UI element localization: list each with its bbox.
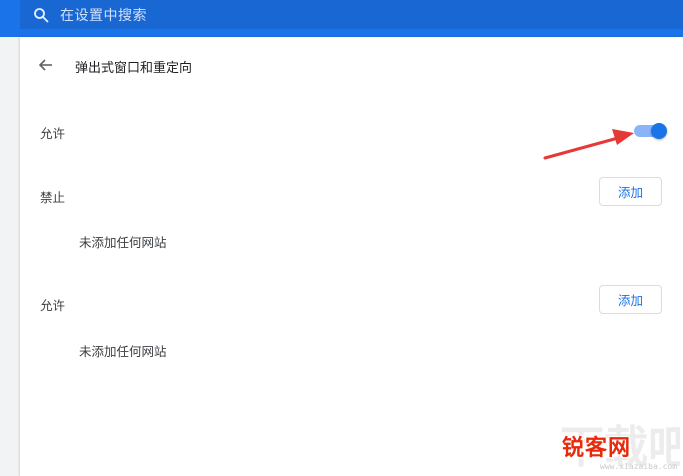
add-blocked-site-button[interactable]: 添加 (599, 177, 662, 206)
allow-toggle-label: 允许 (40, 126, 66, 141)
search-icon[interactable] (33, 7, 49, 23)
watermark-brand: 锐客网 (562, 436, 632, 461)
settings-search-bar[interactable]: 在设置中搜索 (20, 0, 683, 29)
top-bar: 在设置中搜索 (0, 0, 683, 37)
blocked-empty-text: 未添加任何网站 (79, 235, 167, 250)
allowed-empty-text: 未添加任何网站 (79, 344, 167, 359)
search-placeholder: 在设置中搜索 (60, 7, 147, 24)
watermark-url: www.xiazaiba.com (600, 462, 678, 471)
add-allowed-site-button[interactable]: 添加 (599, 285, 662, 314)
settings-panel: 弹出式窗口和重定向 允许 禁止 添加 未添加任何网站 允许 添加 未添加任何网站 (20, 37, 683, 476)
allowed-section-label: 允许 (40, 298, 66, 313)
allow-popups-toggle[interactable] (634, 123, 668, 139)
blocked-section-label: 禁止 (40, 190, 66, 205)
page-title: 弹出式窗口和重定向 (75, 61, 193, 76)
toggle-knob (651, 123, 667, 139)
arrow-left-icon[interactable] (38, 57, 54, 73)
page-header: 弹出式窗口和重定向 (20, 51, 683, 79)
